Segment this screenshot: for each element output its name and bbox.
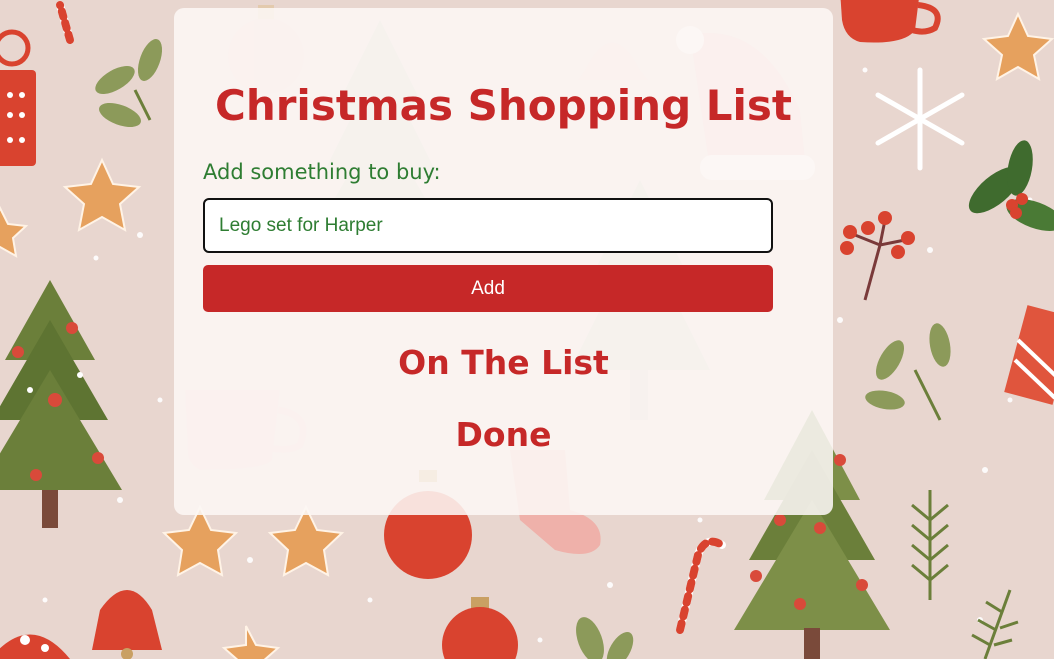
item-input[interactable]	[203, 198, 773, 253]
page-title: Christmas Shopping List	[215, 81, 792, 130]
on-the-list-heading: On The List	[398, 343, 609, 382]
done-heading: Done	[455, 415, 552, 454]
shopping-list-card: Christmas Shopping List Add something to…	[174, 8, 833, 515]
add-button[interactable]: Add	[203, 265, 773, 312]
add-item-label: Add something to buy:	[203, 160, 441, 184]
